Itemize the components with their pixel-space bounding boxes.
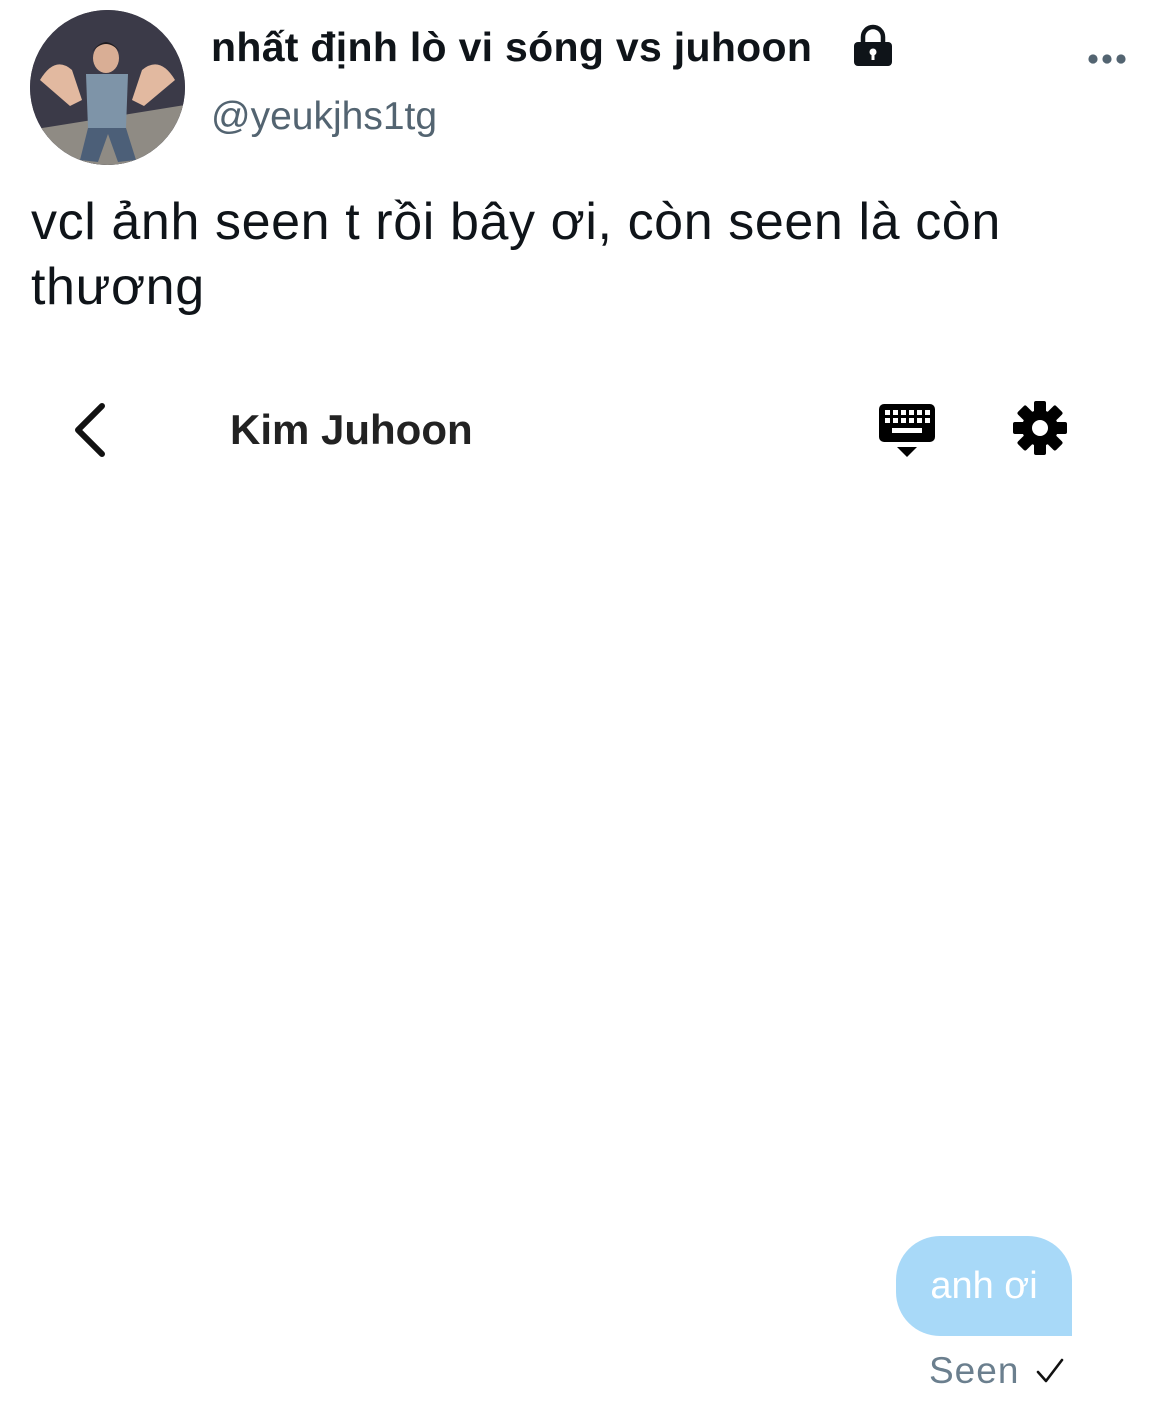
user-handle[interactable]: @yeukjhs1tg bbox=[211, 95, 437, 139]
avatar[interactable] bbox=[30, 10, 185, 165]
gear-icon[interactable] bbox=[1012, 400, 1068, 456]
tweet-text: vcl ảnh seen t rồi bây ơi, còn seen là c… bbox=[31, 193, 1001, 316]
check-icon bbox=[1037, 1358, 1064, 1383]
conversation-title: Kim Juhoon bbox=[230, 406, 473, 453]
keyboard-icon[interactable] bbox=[876, 402, 938, 460]
more-horizontal-icon[interactable] bbox=[1087, 52, 1127, 66]
chevron-left-icon[interactable] bbox=[66, 400, 116, 460]
display-name[interactable]: nhất định lò vi sóng vs juhoon bbox=[211, 24, 812, 71]
lock-icon bbox=[854, 24, 892, 66]
seen-label: Seen bbox=[929, 1350, 1020, 1391]
message-text: anh ơi bbox=[930, 1264, 1038, 1307]
dm-screenshot: Kim Juhoon anh ơi Seen bbox=[0, 370, 1170, 1428]
message-bubble[interactable]: anh ơi bbox=[896, 1236, 1072, 1336]
read-receipt: Seen bbox=[929, 1350, 1065, 1392]
